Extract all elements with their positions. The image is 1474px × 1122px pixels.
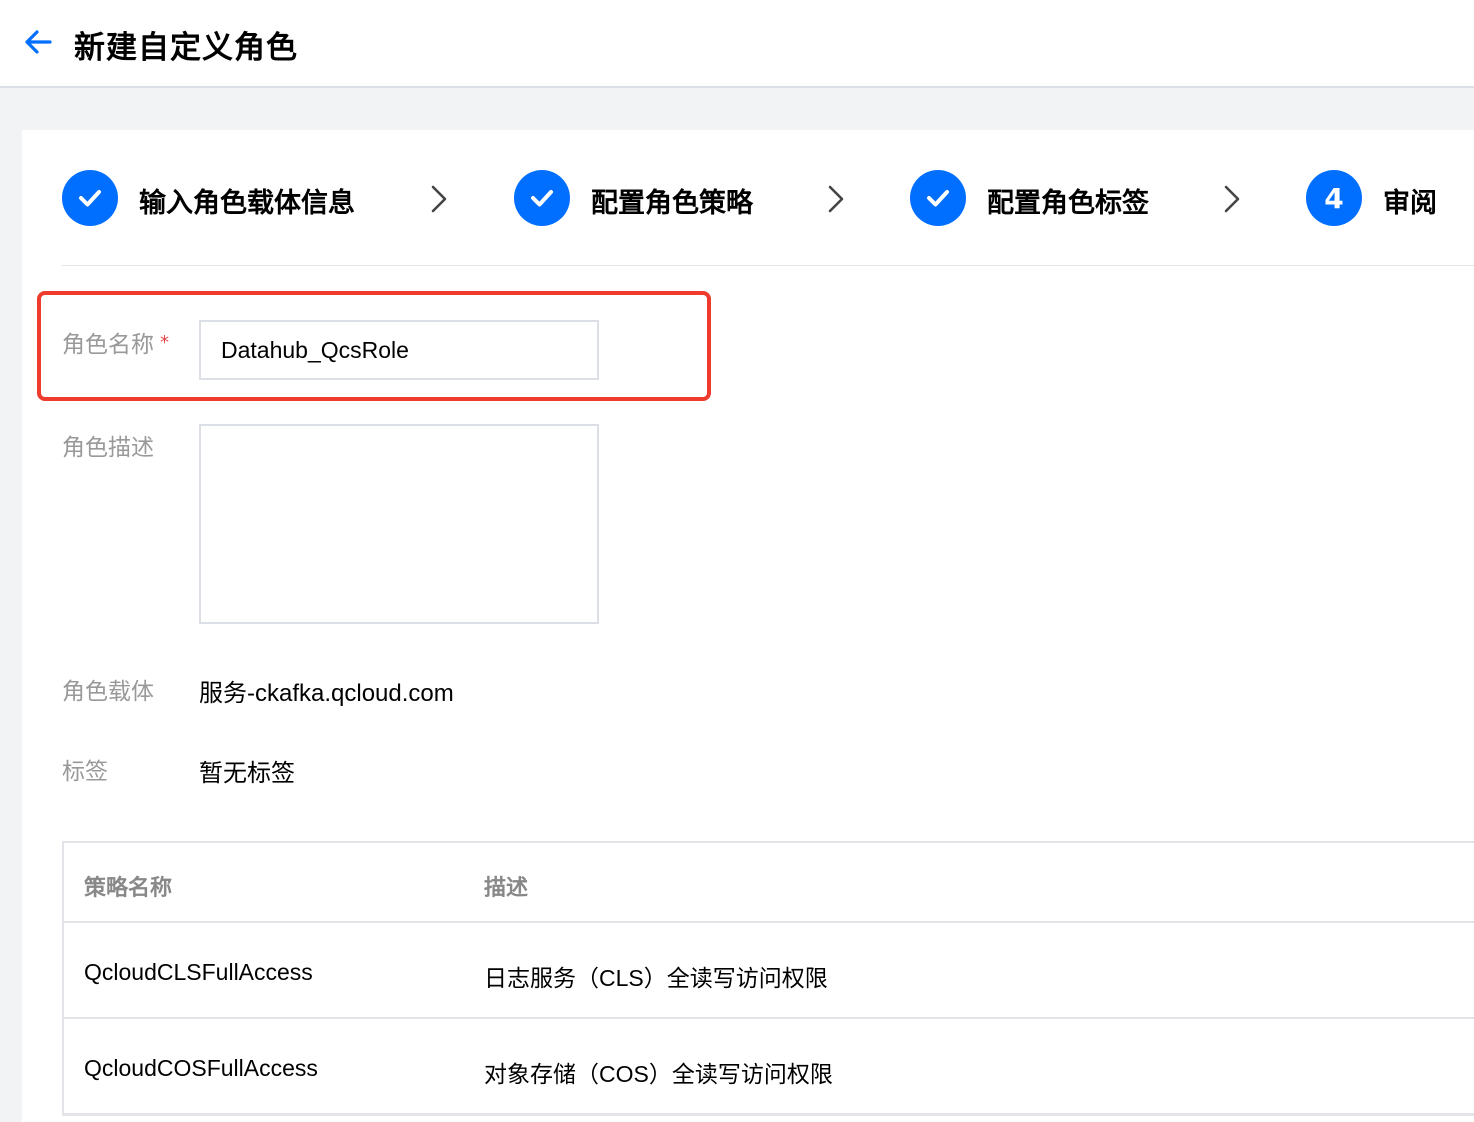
step-1-label: 输入角色载体信息 (139, 188, 355, 219)
required-star: * (160, 332, 169, 353)
column-header-description: 描述 (484, 876, 529, 901)
chevron-right-icon (1224, 185, 1240, 213)
tags-value: 暂无标签 (199, 760, 295, 787)
step-4-label: 审阅 (1383, 188, 1437, 219)
arrow-left-icon[interactable] (22, 26, 54, 58)
policy-name-cell: QcloudCLSFullAccess (84, 959, 313, 985)
chevron-right-icon (828, 185, 844, 213)
policy-description-cell: 日志服务（CLS）全读写访问权限 (484, 965, 828, 991)
table-header: 策略名称 描述 (64, 843, 1474, 923)
role-desc-textarea[interactable] (199, 424, 599, 624)
role-name-input[interactable] (199, 320, 599, 380)
page-title: 新建自定义角色 (74, 30, 298, 66)
role-name-label-text: 角色名称 (62, 332, 154, 358)
main-card: 输入角色载体信息 配置角色策略 配置角色标签 4 审阅 角色名称 * 角色描述 角… (22, 130, 1474, 1122)
policy-name-cell: QcloudCOSFullAccess (84, 1055, 318, 1081)
page-header: 新建自定义角色 (0, 0, 1474, 88)
step-2-label: 配置角色策略 (591, 188, 753, 219)
step-3-label: 配置角色标签 (987, 188, 1149, 219)
steps-divider (62, 265, 1474, 266)
step-1-check-icon (62, 170, 118, 226)
tags-label: 标签 (62, 759, 108, 785)
table-row: QcloudCLSFullAccess 日志服务（CLS）全读写访问权限 (64, 923, 1474, 1019)
policy-description-cell: 对象存储（COS）全读写访问权限 (484, 1061, 833, 1087)
policy-table: 策略名称 描述 QcloudCLSFullAccess 日志服务（CLS）全读写… (62, 841, 1474, 1116)
role-carrier-label: 角色载体 (62, 679, 154, 705)
chevron-right-icon (431, 185, 447, 213)
step-4-number: 4 (1306, 170, 1362, 226)
column-header-policy-name: 策略名称 (84, 876, 173, 901)
step-3-check-icon (910, 170, 966, 226)
role-desc-label: 角色描述 (62, 435, 154, 461)
table-row: QcloudCOSFullAccess 对象存储（COS）全读写访问权限 (64, 1019, 1474, 1115)
role-carrier-value: 服务-ckafka.qcloud.com (199, 680, 454, 707)
step-2-check-icon (514, 170, 570, 226)
role-name-label: 角色名称 * (62, 325, 169, 359)
